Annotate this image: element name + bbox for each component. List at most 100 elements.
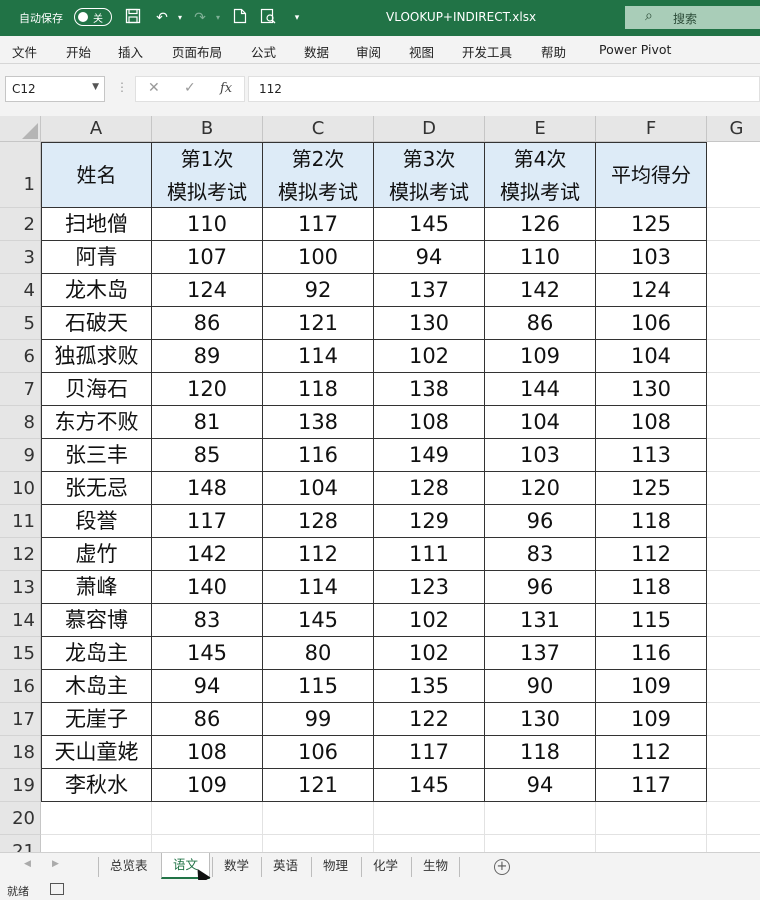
tab-biology[interactable]: 生物 <box>411 857 461 877</box>
score-cell[interactable]: 118 <box>596 505 707 538</box>
name-cell[interactable]: 东方不败 <box>41 406 152 439</box>
score-cell[interactable]: 118 <box>485 736 596 769</box>
menu-insert[interactable]: 插入 <box>118 42 143 61</box>
name-cell[interactable]: 阿青 <box>41 241 152 274</box>
score-cell[interactable]: 115 <box>596 604 707 637</box>
score-cell[interactable]: 117 <box>374 736 485 769</box>
row-header[interactable]: 7 <box>0 373 41 406</box>
score-cell[interactable]: 128 <box>374 472 485 505</box>
name-cell[interactable]: 段誉 <box>41 505 152 538</box>
score-cell[interactable]: 135 <box>374 670 485 703</box>
row-header[interactable]: 15 <box>0 637 41 670</box>
menu-review[interactable]: 审阅 <box>356 42 381 61</box>
row-header[interactable]: 4 <box>0 274 41 307</box>
column-header-d[interactable]: D <box>374 116 485 142</box>
score-cell[interactable]: 121 <box>263 307 374 340</box>
score-cell[interactable]: 122 <box>374 703 485 736</box>
score-cell[interactable]: 115 <box>263 670 374 703</box>
new-doc-icon[interactable] <box>230 8 250 28</box>
score-cell[interactable]: 96 <box>485 571 596 604</box>
score-cell[interactable]: 125 <box>596 472 707 505</box>
score-cell[interactable]: 108 <box>152 736 263 769</box>
score-cell[interactable]: 96 <box>485 505 596 538</box>
name-cell[interactable]: 贝海石 <box>41 373 152 406</box>
score-cell[interactable]: 145 <box>374 208 485 241</box>
score-cell[interactable]: 113 <box>596 439 707 472</box>
row-header[interactable]: 9 <box>0 439 41 472</box>
score-cell[interactable]: 140 <box>152 571 263 604</box>
score-cell[interactable]: 112 <box>596 538 707 571</box>
score-cell[interactable]: 116 <box>263 439 374 472</box>
score-cell[interactable]: 126 <box>485 208 596 241</box>
row-header[interactable]: 14 <box>0 604 41 637</box>
menu-formulas[interactable]: 公式 <box>251 42 276 61</box>
score-cell[interactable]: 108 <box>374 406 485 439</box>
score-cell[interactable]: 120 <box>485 472 596 505</box>
name-cell[interactable]: 张三丰 <box>41 439 152 472</box>
score-cell[interactable]: 130 <box>374 307 485 340</box>
tab-math[interactable]: 数学 <box>212 857 260 877</box>
score-cell[interactable]: 130 <box>596 373 707 406</box>
score-cell[interactable]: 103 <box>596 241 707 274</box>
score-cell[interactable]: 89 <box>152 340 263 373</box>
row-header[interactable]: 13 <box>0 571 41 604</box>
row-header[interactable]: 12 <box>0 538 41 571</box>
row-header[interactable]: 19 <box>0 769 41 802</box>
score-cell[interactable]: 145 <box>374 769 485 802</box>
row-header[interactable]: 16 <box>0 670 41 703</box>
score-cell[interactable]: 121 <box>263 769 374 802</box>
score-cell[interactable]: 110 <box>485 241 596 274</box>
row-header[interactable]: 8 <box>0 406 41 439</box>
name-cell[interactable]: 石破天 <box>41 307 152 340</box>
header-cell[interactable]: 平均得分 <box>596 142 707 208</box>
score-cell[interactable]: 108 <box>596 406 707 439</box>
score-cell[interactable]: 138 <box>263 406 374 439</box>
score-cell[interactable]: 130 <box>485 703 596 736</box>
menu-home[interactable]: 开始 <box>66 42 91 61</box>
formula-input[interactable]: 112 <box>248 76 760 102</box>
score-cell[interactable]: 137 <box>374 274 485 307</box>
name-cell[interactable]: 无崖子 <box>41 703 152 736</box>
add-sheet-icon[interactable]: + <box>494 859 510 875</box>
score-cell[interactable]: 94 <box>485 769 596 802</box>
name-cell[interactable]: 李秋水 <box>41 769 152 802</box>
name-cell[interactable]: 虚竹 <box>41 538 152 571</box>
print-preview-icon[interactable] <box>258 8 278 28</box>
insert-function-icon[interactable]: fx <box>220 81 232 96</box>
score-cell[interactable]: 137 <box>485 637 596 670</box>
score-cell[interactable]: 94 <box>374 241 485 274</box>
score-cell[interactable]: 92 <box>263 274 374 307</box>
score-cell[interactable]: 83 <box>485 538 596 571</box>
score-cell[interactable]: 112 <box>263 538 374 571</box>
menu-data[interactable]: 数据 <box>304 42 329 61</box>
prev-sheet-icon[interactable]: ◀ <box>24 859 31 869</box>
row-header[interactable]: 2 <box>0 208 41 241</box>
menu-power-pivot[interactable]: Power Pivot <box>599 42 671 57</box>
score-cell[interactable]: 124 <box>596 274 707 307</box>
score-cell[interactable]: 109 <box>596 670 707 703</box>
score-cell[interactable]: 131 <box>485 604 596 637</box>
save-icon[interactable] <box>123 8 143 28</box>
score-cell[interactable]: 123 <box>374 571 485 604</box>
row-header[interactable]: 1 <box>0 142 41 208</box>
menu-developer[interactable]: 开发工具 <box>462 42 512 61</box>
row-header[interactable]: 5 <box>0 307 41 340</box>
autosave-toggle[interactable]: 关 <box>74 8 112 26</box>
menu-file[interactable]: 文件 <box>12 42 37 61</box>
column-header-f[interactable]: F <box>596 116 707 142</box>
column-header-g[interactable]: G <box>707 116 760 142</box>
score-cell[interactable]: 86 <box>152 703 263 736</box>
score-cell[interactable]: 86 <box>485 307 596 340</box>
score-cell[interactable]: 85 <box>152 439 263 472</box>
score-cell[interactable]: 118 <box>263 373 374 406</box>
header-cell[interactable]: 姓名 <box>41 142 152 208</box>
score-cell[interactable]: 138 <box>374 373 485 406</box>
cancel-icon[interactable]: ✕ <box>148 80 160 96</box>
score-cell[interactable]: 106 <box>263 736 374 769</box>
row-header[interactable]: 11 <box>0 505 41 538</box>
score-cell[interactable]: 117 <box>263 208 374 241</box>
score-cell[interactable]: 148 <box>152 472 263 505</box>
name-cell[interactable]: 张无忌 <box>41 472 152 505</box>
name-cell[interactable]: 萧峰 <box>41 571 152 604</box>
score-cell[interactable]: 145 <box>152 637 263 670</box>
